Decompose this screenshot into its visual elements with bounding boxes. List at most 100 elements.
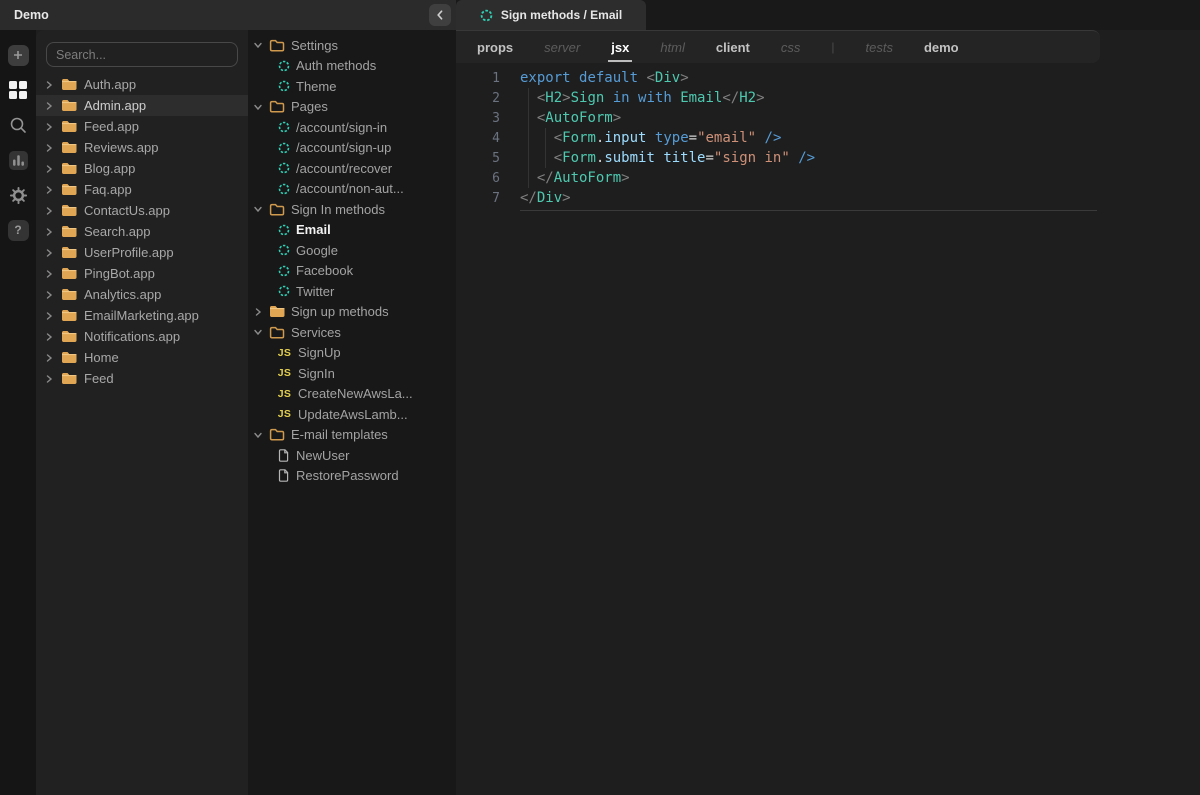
folder-open-icon: [269, 326, 285, 339]
code-line[interactable]: 6 </AutoForm>: [456, 168, 1100, 188]
app-item[interactable]: Home: [36, 347, 248, 368]
app-item[interactable]: Notifications.app: [36, 326, 248, 347]
search-input[interactable]: [56, 48, 228, 62]
tree-item[interactable]: Pages: [248, 97, 456, 118]
tree-item-label: NewUser: [296, 448, 349, 463]
tree-item[interactable]: JSCreateNewAwsLa...: [248, 384, 456, 405]
tree-item[interactable]: /account/recover: [248, 158, 456, 179]
editor-tab-css[interactable]: css: [781, 31, 801, 63]
app-item[interactable]: Reviews.app: [36, 137, 248, 158]
chev-right-icon: [44, 312, 54, 320]
tree-item[interactable]: Auth methods: [248, 56, 456, 77]
tree-item[interactable]: Facebook: [248, 261, 456, 282]
indent-guide: [545, 128, 546, 168]
app-item[interactable]: Analytics.app: [36, 284, 248, 305]
tree-item[interactable]: Email: [248, 220, 456, 241]
component-icon: [277, 162, 290, 174]
editor-tab-demo[interactable]: demo: [924, 31, 959, 63]
chev-right-icon: [44, 123, 54, 131]
tree-item[interactable]: Sign In methods: [248, 199, 456, 220]
tree-item-label: Theme: [296, 79, 336, 94]
code-line[interactable]: 4 <Form.input type="email" />: [456, 128, 1100, 148]
editor-tab-server[interactable]: server: [544, 31, 580, 63]
chev-right-icon: [44, 249, 54, 257]
tree-item[interactable]: /account/non-aut...: [248, 179, 456, 200]
app-item[interactable]: Blog.app: [36, 158, 248, 179]
tree-item-label: SignIn: [298, 366, 335, 381]
editor-area: propsserverjsxhtmlclientcss|testsdemo 1e…: [456, 30, 1200, 795]
chev-right-icon: [44, 186, 54, 194]
tree-item-label: UpdateAwsLamb...: [298, 407, 408, 422]
open-file-tab[interactable]: Sign methods / Email: [456, 0, 646, 30]
folder-closed-icon: [61, 288, 77, 301]
chev-right-icon: [44, 270, 54, 278]
code-line[interactable]: 7</Div>: [456, 188, 1100, 208]
tree-item[interactable]: NewUser: [248, 445, 456, 466]
rail-settings-button[interactable]: [7, 184, 29, 206]
tree-item[interactable]: RestorePassword: [248, 466, 456, 487]
editor-header: Sign methods / Email: [456, 0, 1200, 30]
chev-right-icon: [44, 375, 54, 383]
tree-item-label: Google: [296, 243, 338, 258]
chev-down-icon: [253, 205, 263, 213]
tree-item[interactable]: JSSignIn: [248, 363, 456, 384]
editor-tab-html[interactable]: html: [660, 31, 685, 63]
collapse-sidebar-button[interactable]: [429, 4, 451, 26]
folder-closed-icon: [61, 267, 77, 280]
rail-apps-grid-button[interactable]: [7, 79, 29, 101]
tree-item[interactable]: Theme: [248, 76, 456, 97]
tree-item[interactable]: /account/sign-in: [248, 117, 456, 138]
tree-item[interactable]: JSUpdateAwsLamb...: [248, 404, 456, 425]
app-item[interactable]: Feed: [36, 368, 248, 389]
chev-down-icon: [253, 41, 263, 49]
app-item-label: Auth.app: [84, 77, 136, 92]
folder-closed-icon: [269, 305, 285, 318]
folder-closed-icon: [61, 309, 77, 322]
folder-closed-icon: [61, 351, 77, 364]
tree-item[interactable]: /account/sign-up: [248, 138, 456, 159]
tree-item[interactable]: Google: [248, 240, 456, 261]
editor-tab-jsx[interactable]: jsx: [611, 31, 629, 63]
rail-new-app-button[interactable]: [7, 44, 29, 66]
rail-search-button[interactable]: [7, 114, 29, 136]
chev-right-icon: [44, 81, 54, 89]
app-item[interactable]: UserProfile.app: [36, 242, 248, 263]
app-item[interactable]: Auth.app: [36, 74, 248, 95]
tree-item[interactable]: Sign up methods: [248, 302, 456, 323]
app-item[interactable]: Feed.app: [36, 116, 248, 137]
search-icon: [7, 115, 29, 135]
rail-analytics-button[interactable]: [7, 149, 29, 171]
app-item[interactable]: EmailMarketing.app: [36, 305, 248, 326]
tree-item[interactable]: E-mail templates: [248, 425, 456, 446]
code-line[interactable]: 3 <AutoForm>: [456, 108, 1100, 128]
grid-icon: [7, 81, 29, 99]
app-item-label: Search.app: [84, 224, 151, 239]
chev-right-icon: [44, 207, 54, 215]
app-item[interactable]: Search.app: [36, 221, 248, 242]
js-icon: JS: [277, 347, 292, 359]
editor-tab-props[interactable]: props: [477, 31, 513, 63]
tree-item[interactable]: Services: [248, 322, 456, 343]
folder-closed-icon: [61, 330, 77, 343]
chevron-left-icon: [436, 10, 444, 20]
app-item[interactable]: Faq.app: [36, 179, 248, 200]
component-icon: [277, 244, 290, 256]
code-line[interactable]: 5 <Form.submit title="sign in" />: [456, 148, 1100, 168]
app-item[interactable]: PingBot.app: [36, 263, 248, 284]
tree-item[interactable]: Settings: [248, 35, 456, 56]
code-line[interactable]: 1export default <Div>: [456, 68, 1100, 88]
code-line[interactable]: 2 <H2>Sign in with Email</H2>: [456, 88, 1100, 108]
editor-tab-client[interactable]: client: [716, 31, 750, 63]
tree-item-label: Twitter: [296, 284, 334, 299]
app-item[interactable]: ContactUs.app: [36, 200, 248, 221]
line-number: 4: [456, 131, 500, 146]
folder-closed-icon: [61, 78, 77, 91]
js-icon: JS: [277, 388, 292, 400]
tree-item-label: /account/non-aut...: [296, 181, 404, 196]
code-editor[interactable]: 1export default <Div>2 <H2>Sign in with …: [456, 68, 1100, 208]
editor-tab-tests[interactable]: tests: [865, 31, 892, 63]
rail-help-button[interactable]: ?: [7, 219, 29, 241]
tree-item[interactable]: JSSignUp: [248, 343, 456, 364]
app-item[interactable]: Admin.app: [36, 95, 248, 116]
tree-item[interactable]: Twitter: [248, 281, 456, 302]
